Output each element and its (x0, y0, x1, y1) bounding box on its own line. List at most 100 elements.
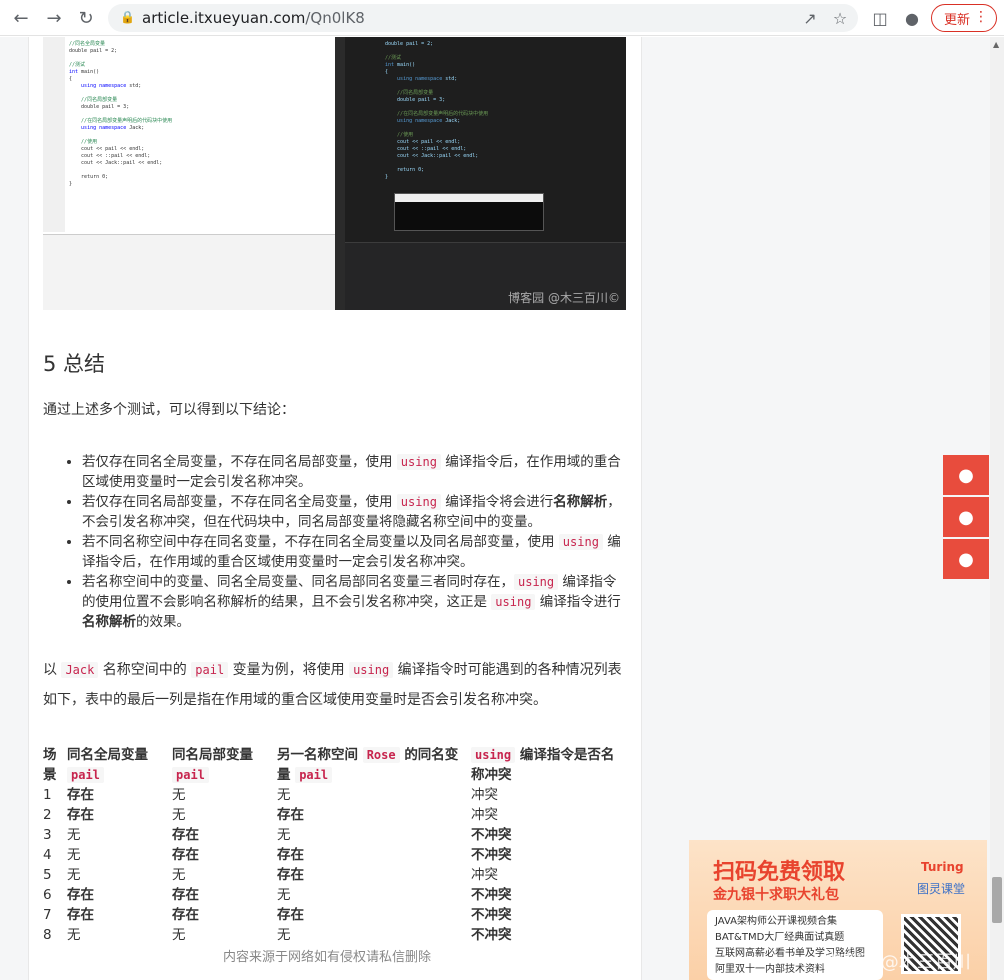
bullet-text: 若仅存在同名全局变量，不存在同名局部变量，使用 (82, 454, 397, 470)
cell-conflict: 不冲突 (471, 887, 512, 903)
cell-conflict: 冲突 (471, 807, 498, 823)
qq-icon: ● (958, 464, 974, 486)
ad-headline: 扫码免费领取 (713, 860, 846, 885)
cell-local: 存在 (172, 827, 199, 843)
cell-global: 存在 (67, 787, 94, 803)
table-body: 1 存在无无冲突 2 存在无存在 冲突 3 无存在无不冲突 4 无存在 存在 不冲突 5 无无存在 冲突 6… (43, 785, 626, 945)
wechat-button[interactable]: ● (943, 539, 989, 579)
ad-subhead: 金九银十求职大礼包 (713, 887, 839, 903)
cell-global: 无 (67, 867, 81, 883)
col-header-local: 同名局部变量 pail (172, 747, 253, 783)
code-snippet-left: //同名全局变量 double pail = 2; //测试 int main(… (69, 41, 173, 187)
table-row: 5 无无存在 冲突 (43, 865, 626, 885)
conclusion-list: 若仅存在同名全局变量，不存在同名局部变量，使用 using 编译指令后，在作用域… (66, 452, 626, 632)
cell-local: 存在 (172, 847, 199, 863)
cell-conflict: 不冲突 (471, 827, 512, 843)
cell-scene: 1 (43, 787, 52, 803)
profile-avatar-icon[interactable]: ● (900, 6, 924, 30)
debug-panel (43, 234, 335, 310)
bullet-bold: 名称解析 (82, 614, 136, 630)
cell-global: 无 (67, 847, 81, 863)
example-paragraph-2: 如下，表中的最后一列是指在作用域的重合区域使用变量时是否会引发名称冲突。 (43, 692, 547, 708)
cell-other: 存在 (277, 867, 304, 883)
cell-conflict: 冲突 (471, 867, 498, 883)
url-text: article.itxueyuan.com/Qn0lK8 (142, 9, 365, 27)
table-row: 3 无存在无不冲突 (43, 825, 626, 845)
wechat-icon: ● (958, 548, 974, 570)
bullet-text: 若不同名称空间中存在同名变量，不存在同名全局变量以及同名局部变量，使用 (82, 534, 559, 550)
back-icon[interactable]: ← (9, 6, 33, 30)
side-panel-icon[interactable]: ◫ (868, 6, 892, 30)
table-row: 1 存在 无 无 冲突 (43, 785, 626, 805)
code-snippet-right: double pail = 2; //测试 int main() { using… (385, 41, 489, 180)
ad-brand: Turing (921, 860, 964, 874)
col-header-scene: 场景 (43, 747, 57, 783)
url-path: /Qn0lK8 (305, 9, 365, 27)
cell-other: 存在 (277, 847, 304, 863)
inline-code: using (396, 494, 441, 510)
ide-right-pane: double pail = 2; //测试 int main() { using… (345, 37, 626, 310)
cell-local: 无 (172, 787, 186, 803)
comparison-table: 场景 同名全局变量 pail 同名局部变量 pail 另一名称空间 Rose 的同名… (43, 745, 626, 945)
cell-other: 无 (277, 787, 291, 803)
lock-icon: 🔒 (120, 10, 135, 24)
browser-toolbar: ← → ↻ 🔒 article.itxueyuan.com/Qn0lK8 ↗ ☆… (0, 0, 1004, 36)
example-paragraph: 以 Jack 名称空间中的 pail 变量为例，将使用 using 编译指令时可… (43, 655, 622, 685)
share-button[interactable]: ● (943, 497, 989, 537)
table-row: 6 存在 存在 无 不冲突 (43, 885, 626, 905)
cell-other: 无 (277, 927, 291, 943)
intro-paragraph: 通过上述多个测试，可以得到以下结论： (43, 402, 295, 418)
cell-scene: 6 (43, 887, 52, 903)
cell-global: 存在 (67, 907, 94, 923)
table-row: 4 无 存在 存在 不冲突 (43, 845, 626, 865)
bullet-text: 若仅存在同名局部变量，不存在同名全局变量，使用 (82, 494, 397, 510)
cell-other: 无 (277, 887, 291, 903)
cell-local: 无 (172, 807, 186, 823)
forward-icon[interactable]: → (42, 6, 66, 30)
address-bar[interactable]: 🔒 article.itxueyuan.com/Qn0lK8 ↗ ☆ (108, 4, 858, 32)
table-row: 8 无无无不冲突 (43, 925, 626, 945)
section-title: 5 总结 (43, 352, 106, 376)
cell-global: 存在 (67, 887, 94, 903)
ad-banner[interactable]: 扫码免费领取 金九银十求职大礼包 Turing 图灵课堂 JAVA架构师公开课视… (689, 840, 987, 980)
bullet-text: 编译指令将会进行 (440, 494, 554, 510)
cell-global: 无 (67, 927, 81, 943)
page-scrollbar[interactable]: ▲ (990, 37, 1004, 980)
cell-local: 存在 (172, 887, 199, 903)
bookmark-star-icon[interactable]: ☆ (828, 6, 852, 30)
cell-global: 存在 (67, 807, 94, 823)
inline-code: using (558, 534, 603, 550)
update-button[interactable]: 更新 ⋮ (931, 4, 997, 32)
col-header-global: 同名全局变量 pail (67, 747, 148, 783)
console-window (394, 193, 544, 231)
text-span: 以 (43, 662, 62, 678)
cell-local: 无 (172, 927, 186, 943)
col-header-other: 另一名称空间 Rose 的同名变量 pail (277, 747, 459, 783)
line-gutter (43, 37, 65, 232)
cell-scene: 4 (43, 847, 52, 863)
cell-local: 存在 (172, 907, 199, 923)
inline-code: using (491, 594, 536, 610)
cell-other: 无 (277, 827, 291, 843)
bullet-text: 编译指令进行 (535, 594, 621, 610)
scroll-thumb[interactable] (992, 877, 1002, 923)
text-span: 编译指令时可能遇到的各种情况列表 (393, 662, 622, 678)
cell-global: 无 (67, 827, 81, 843)
list-item: 若仅存在同名全局变量，不存在同名局部变量，使用 using 编译指令后，在作用域… (82, 452, 626, 492)
ide-left-pane: //同名全局变量 double pail = 2; //测试 int main(… (43, 37, 335, 310)
cell-conflict: 冲突 (471, 787, 498, 803)
qq-button[interactable]: ● (943, 455, 989, 495)
menu-dots-icon[interactable]: ⋮ (974, 9, 988, 25)
reload-icon[interactable]: ↻ (74, 6, 98, 30)
inline-code: using (514, 574, 559, 590)
cell-scene: 7 (43, 907, 52, 923)
share-page-icon[interactable]: ↗ (798, 6, 822, 30)
bullet-text: 的效果。 (136, 614, 190, 630)
copyright-note: 内容来源于网络如有侵权请私信删除 (223, 950, 432, 965)
cell-conflict: 不冲突 (471, 847, 512, 863)
scroll-up-arrow-icon[interactable]: ▲ (993, 40, 999, 49)
text-span: 名称空间中的 (98, 662, 192, 678)
inline-code: using (396, 454, 441, 470)
ad-watermark: 博客园 @木三百川© (821, 952, 971, 980)
inline-code: Jack (61, 662, 99, 678)
